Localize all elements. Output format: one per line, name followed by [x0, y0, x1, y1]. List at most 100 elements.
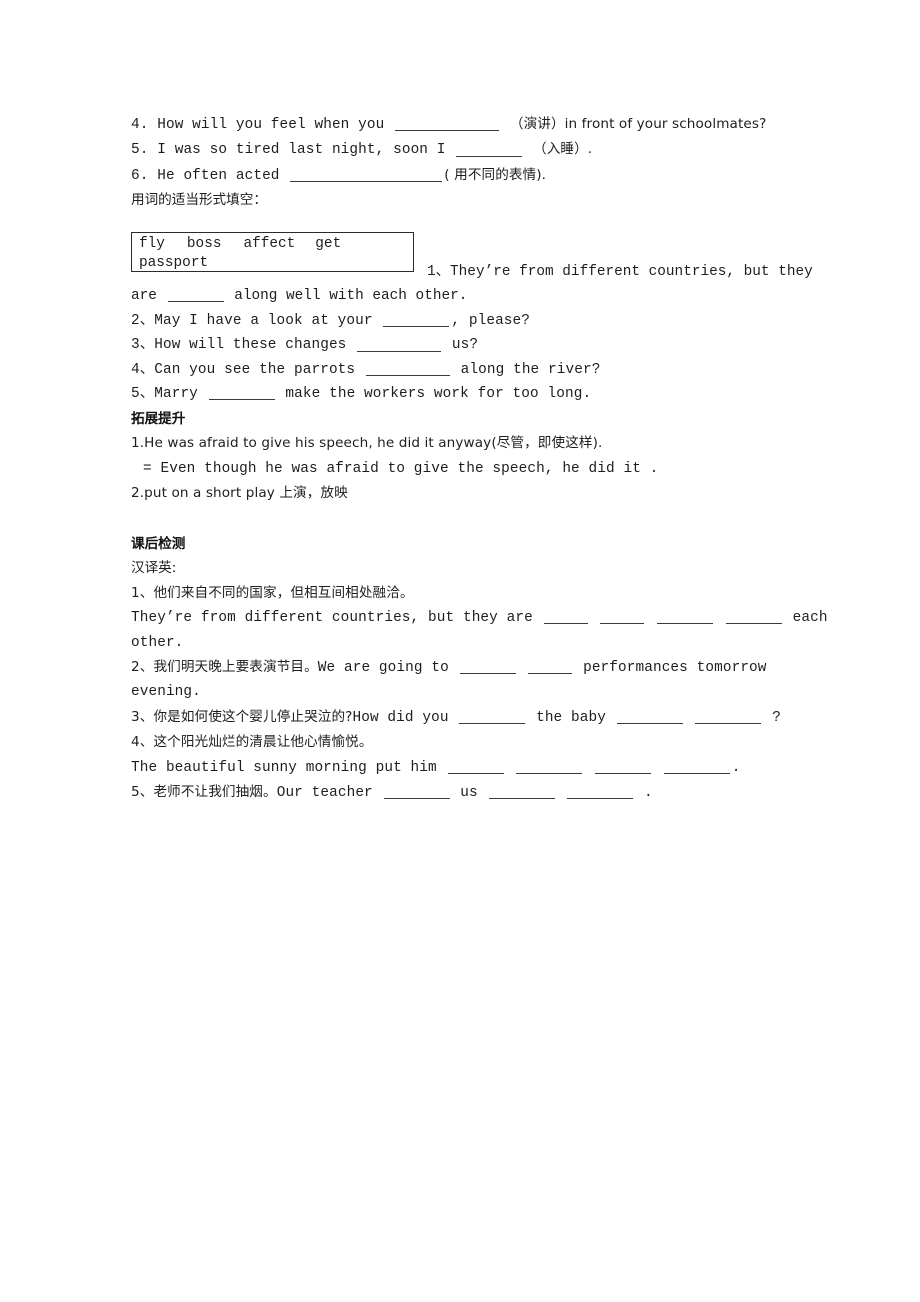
extension-line-2: = Even though he was afraid to give the …: [131, 457, 811, 481]
item-text-post: along well with each other.: [234, 288, 468, 304]
item-number: 5、: [131, 386, 155, 403]
answer-blank[interactable]: [290, 167, 443, 182]
fill-in-item-3: 3、How will these changes us?: [131, 333, 811, 357]
answer-blank[interactable]: [657, 610, 714, 625]
translation-item-2: 2、我们明天晚上要表演节目。We are going to performanc…: [131, 655, 821, 680]
item-text-post: （演讲）in front of your schoolmates?: [509, 116, 767, 132]
item-text-post: , please?: [451, 313, 531, 329]
item-number: 5.: [131, 142, 149, 159]
fill-in-item-1-line1: 1、They’re from different countries, but …: [427, 260, 813, 284]
word-bank-row-2: passport: [139, 254, 407, 273]
word-bank-row-1: fly boss affect get: [139, 235, 407, 254]
item-text-post: us?: [451, 337, 479, 354]
answer-blank[interactable]: [516, 759, 583, 774]
item-text-pre: How will these changes: [154, 337, 347, 354]
post-class-test-heading: 课后检测: [131, 536, 186, 552]
chinese-prompt: 我们明天晚上要表演节目。: [153, 659, 318, 676]
english-text-mid: performances tomorrow: [583, 660, 767, 677]
answer-blank[interactable]: [459, 709, 526, 724]
item-text-post: make the workers work for too long.: [285, 386, 592, 403]
translation-item-4-chinese: 4、这个阳光灿烂的清晨让他心情愉悦。: [131, 730, 821, 755]
section-top: 4. How will you feel when you （演讲）in fro…: [131, 112, 813, 304]
translation-item-1-english: They’re from different countries, but th…: [131, 606, 827, 630]
english-text-mid: the baby: [536, 709, 606, 726]
word-get: get: [315, 236, 342, 252]
question-item-6: 6. He often acted ( 用不同的表情).: [131, 163, 791, 188]
answer-blank[interactable]: [459, 660, 516, 675]
answer-blank[interactable]: [167, 287, 224, 303]
extension-section: 拓展提升 1.He was afraid to give his speech,…: [131, 407, 811, 507]
word-bank-box: fly boss affect get passport: [131, 232, 414, 272]
answer-blank[interactable]: [695, 709, 762, 724]
answer-blank[interactable]: [543, 610, 588, 625]
answer-blank[interactable]: [616, 709, 683, 724]
translation-item-2-cont: evening.: [131, 680, 821, 704]
answer-blank[interactable]: [663, 759, 730, 774]
answer-blank[interactable]: [456, 142, 523, 157]
english-text-post: .: [644, 785, 653, 802]
item-number: 6.: [131, 167, 149, 184]
question-item-5: 5. I was so tired last night, soon I （入睡…: [131, 137, 791, 162]
chinese-prompt: 这个阳光灿烂的清晨让他心情愉悦。: [153, 734, 373, 751]
fill-in-instruction: 用词的适当形式填空：: [131, 192, 267, 209]
extension-heading: 拓展提升: [131, 411, 186, 427]
item-text-pre: How will you feel when you: [157, 117, 385, 133]
extension-line-1: 1.He was afraid to give his speech, he d…: [131, 431, 811, 456]
english-text-mid: us: [460, 785, 478, 802]
answer-blank[interactable]: [567, 785, 634, 800]
post-class-test-section: 课后检测 汉译英: 1、他们来自不同的国家，但相互间相处融洽。 They’re …: [131, 532, 827, 805]
english-text-pre: They’re from different countries, but th…: [131, 610, 533, 627]
english-text-pre: The beautiful sunny morning put him: [131, 759, 437, 776]
chinese-prompt: 你是如何使这个婴儿停止哭泣的?: [153, 708, 353, 725]
document-page: 4. How will you feel when you （演讲）in fro…: [0, 0, 920, 1302]
answer-blank[interactable]: [447, 759, 504, 774]
word-boss: boss: [186, 236, 222, 252]
answer-blank[interactable]: [383, 785, 450, 800]
word-fly: fly: [139, 236, 165, 252]
extension-text: = Even though he was afraid to give the …: [143, 460, 659, 477]
answer-blank[interactable]: [528, 660, 573, 675]
item-number: 4、: [131, 361, 155, 378]
extension-text: 1.He was afraid to give his speech, he d…: [131, 435, 603, 452]
answer-blank[interactable]: [208, 386, 275, 401]
answer-blank[interactable]: [357, 337, 442, 352]
translation-item-3: 3、你是如何使这个婴儿停止哭泣的?How did you the baby ?: [131, 705, 821, 730]
item-number: 4、: [131, 734, 154, 751]
answer-blank[interactable]: [600, 610, 645, 625]
chinese-prompt: 老师不让我们抽烟。: [153, 784, 277, 801]
question-item-4: 4. How will you feel when you （演讲）in fro…: [131, 112, 791, 137]
item-number: 2、: [131, 659, 154, 676]
item-text-pre: Marry: [154, 386, 198, 403]
translation-item-1-english-cont: other.: [131, 631, 821, 655]
item-text-pre: I was so tired last night, soon I: [157, 142, 446, 159]
answer-blank[interactable]: [395, 116, 500, 132]
item-text: They’re from different countries, but th…: [450, 264, 813, 280]
chinese-prompt: 他们来自不同的国家，但相互间相处融洽。: [153, 584, 414, 601]
english-text-mid: each: [792, 610, 828, 627]
item-number: 5、: [131, 784, 154, 801]
english-text-post: evening.: [131, 684, 201, 701]
fill-in-item-2: 2、May I have a look at your , please?: [131, 309, 811, 333]
item-number: 4.: [131, 117, 149, 133]
answer-blank[interactable]: [383, 312, 450, 328]
answer-blank[interactable]: [595, 759, 652, 774]
fill-in-item-1-line2: are along well with each other.: [131, 284, 467, 308]
item-text-pre: are: [131, 288, 157, 304]
extension-line-3: 2.put on a short play 上演，放映: [131, 481, 811, 506]
answer-blank[interactable]: [725, 610, 782, 625]
english-text-pre: Our teacher: [276, 785, 373, 802]
answer-blank[interactable]: [488, 785, 555, 800]
item-number: 3、: [131, 337, 155, 354]
fill-in-item-5: 5、Marry make the workers work for too lo…: [131, 382, 811, 406]
extension-text: 2.put on a short play 上演，放映: [131, 485, 348, 502]
fill-in-items-list: 2、May I have a look at your , please? 3、…: [131, 309, 811, 407]
translation-item-4-english: The beautiful sunny morning put him .: [131, 756, 821, 780]
word-passport: passport: [139, 255, 209, 271]
item-text-pre: Can you see the parrots: [154, 361, 356, 378]
item-text-pre: He often acted: [157, 167, 280, 184]
item-text-post: （入睡）.: [533, 141, 593, 158]
answer-blank[interactable]: [365, 361, 450, 376]
post-class-test-subheading: 汉译英:: [131, 560, 177, 577]
english-text-post: ?: [772, 709, 781, 726]
fill-in-item-4: 4、Can you see the parrots along the rive…: [131, 358, 811, 382]
